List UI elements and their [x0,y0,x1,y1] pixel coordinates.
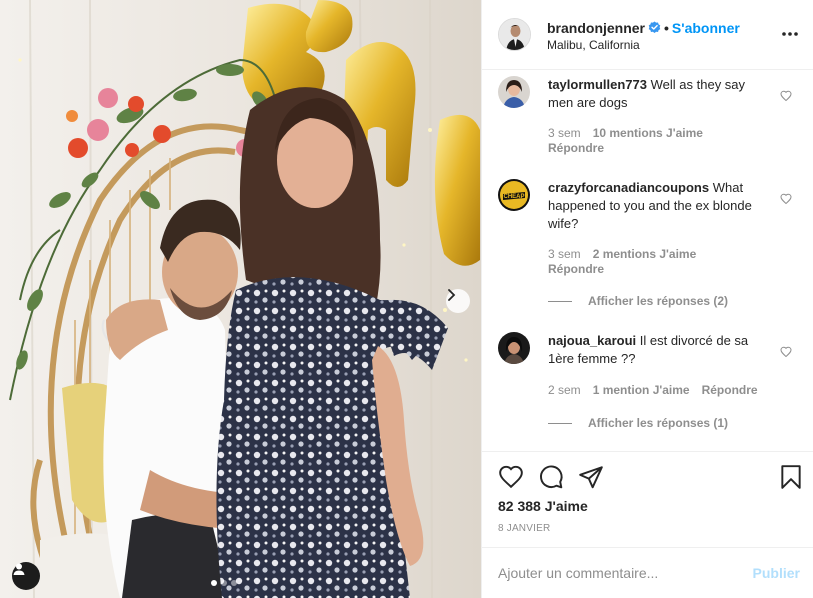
comment-text: crazyforcanadiancoupons What happened to… [548,179,766,233]
comment-item: taylormullen773 Well as they say men are… [498,76,798,166]
view-replies-button[interactable]: Afficher les réponses (1) [548,416,728,430]
carousel-dot [221,580,227,586]
commenter-avatar[interactable] [498,76,530,108]
verified-badge-icon [648,21,661,33]
post-actions: 82 388 J'aime 8 JANVIER Publier [482,451,813,598]
reply-button[interactable]: Répondre [702,383,758,397]
comment-item: najoua_karoui Il est divorcé de sa 1ère … [498,332,798,432]
comment-username[interactable]: crazyforcanadiancoupons [548,180,709,195]
post-image [0,0,481,598]
commenter-avatar[interactable]: CHEAP [498,179,530,211]
carousel-dot-active [211,580,217,586]
replies-divider [548,300,572,302]
view-replies-button[interactable]: Afficher les réponses (2) [548,294,728,308]
carousel-indicator [211,580,237,586]
heart-icon[interactable] [498,464,524,490]
bookmark-icon[interactable] [778,464,804,490]
comment-item: CHEAP crazyforcanadiancoupons What happe… [498,179,798,314]
comment-time[interactable]: 3 sem [548,126,581,140]
replies-divider [548,422,572,424]
avatar-image [498,76,530,108]
comment-likes[interactable]: 10 mentions J'aime [593,126,703,140]
post-date[interactable]: 8 JANVIER [498,523,550,534]
commenter-avatar[interactable] [498,332,530,364]
user-tag-icon [13,563,25,575]
reply-button[interactable]: Répondre [548,141,604,155]
follow-button[interactable]: S'abonner [672,20,740,36]
comment-time[interactable]: 3 sem [548,247,581,261]
post-header: brandonjenner • S'abonner Malibu, Califor… [482,0,813,70]
post-details-panel: brandonjenner • S'abonner Malibu, Califor… [481,0,813,598]
share-icon[interactable] [578,464,604,490]
heart-icon[interactable] [780,346,792,358]
post-photo[interactable] [0,0,481,598]
comment-username[interactable]: taylormullen773 [548,77,647,92]
author-avatar[interactable] [498,18,531,51]
comment-meta: 2 sem 1 mention J'aime Répondre [548,383,758,397]
publish-button[interactable]: Publier [753,565,800,581]
comment-meta: 3 sem 2 mentions J'aime [548,247,696,261]
avatar-image: CHEAP [498,179,530,211]
svg-text:CHEAP: CHEAP [503,194,524,200]
heart-icon[interactable] [780,193,792,205]
view-replies-label: Afficher les réponses (1) [588,416,729,430]
comment-likes[interactable]: 1 mention J'aime [593,383,690,397]
comment-text: najoua_karoui Il est divorcé de sa 1ère … [548,332,766,368]
view-replies-label: Afficher les réponses (2) [588,294,729,308]
comment-username[interactable]: najoua_karoui [548,333,636,348]
next-photo-button[interactable] [446,289,470,313]
author-line: brandonjenner • S'abonner [547,20,740,36]
comment-input[interactable] [498,562,738,584]
tagged-users-button[interactable] [12,562,40,590]
comment-likes[interactable]: 2 mentions J'aime [593,247,697,261]
comment-icon[interactable] [538,464,564,490]
comment-meta: 3 sem 10 mentions J'aime [548,126,703,140]
comment-time[interactable]: 2 sem [548,383,581,397]
carousel-dot [231,580,237,586]
heart-icon[interactable] [780,90,792,102]
chevron-right-icon [448,289,456,301]
header-separator: • [664,20,669,36]
avatar-image [499,19,530,50]
comment-text: taylormullen773 Well as they say men are… [548,76,766,112]
reply-button[interactable]: Répondre [548,262,604,276]
like-count[interactable]: 82 388 J'aime [498,498,588,514]
post-location[interactable]: Malibu, California [547,38,640,52]
avatar-image [498,332,530,364]
comment-form: Publier [482,547,813,598]
author-username[interactable]: brandonjenner [547,20,645,36]
more-options-icon[interactable] [780,26,800,42]
